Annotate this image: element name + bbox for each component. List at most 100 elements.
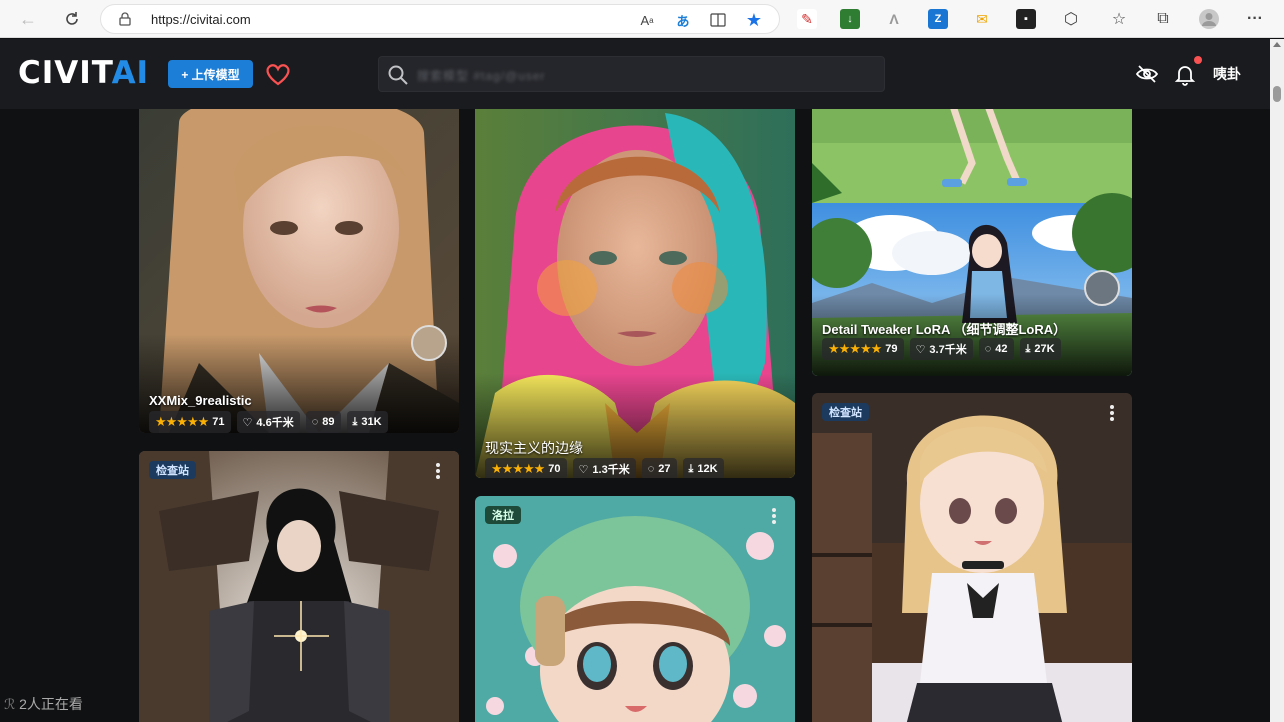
model-card[interactable]: Detail Tweaker LoRA （细节调整LoRA） ★★★★★ 79 ♡… <box>812 109 1132 376</box>
download-icon: ⤓ <box>352 415 358 428</box>
browser-toolbar: ← https://civitai.com Aa あ ★ ✎ ↓ Λ Z ✉ ▪… <box>0 0 1284 38</box>
ext-dark-icon[interactable]: ▪ <box>1016 9 1036 29</box>
model-card[interactable]: 检查站 <box>812 393 1132 722</box>
downloads-stat: ⤓ 12K <box>682 458 724 478</box>
extensions-icon[interactable]: ⬡ <box>1060 8 1082 30</box>
comments-count: 27 <box>658 463 671 475</box>
card-image <box>139 109 459 433</box>
card-title[interactable]: XXMix_9realistic <box>149 393 252 408</box>
read-aloud-icon[interactable]: Aa <box>637 10 657 30</box>
model-card[interactable]: 检查站 <box>139 451 459 722</box>
star-rating-icon: ★★★★★ <box>155 414 209 429</box>
heart-icon: ♡ <box>242 416 253 429</box>
comments-stat: ◌ 27 <box>641 458 677 478</box>
status-badge: 检查站 <box>149 461 196 479</box>
card-title[interactable]: 现实主义的边缘 <box>485 438 583 458</box>
hide-nsfw-eye-icon[interactable] <box>1135 62 1159 86</box>
heart-icon: ♡ <box>915 343 926 356</box>
bell-icon[interactable] <box>1173 62 1197 86</box>
creator-avatar[interactable] <box>411 325 447 361</box>
likes-count: 3.7千米 <box>929 344 967 356</box>
more-options-icon[interactable] <box>1110 405 1114 421</box>
comment-icon: ◌ <box>311 416 319 428</box>
address-bar[interactable]: https://civitai.com Aa あ ★ <box>100 4 780 34</box>
scrollbar-thumb[interactable] <box>1273 86 1281 102</box>
model-grid: XXMix_9realistic ★★★★★ 71 ♡ 4.6千米 ◌ 89 ⤓ 31K <box>0 109 1270 722</box>
logo-accent-text: AI <box>111 55 150 91</box>
rating-count: 70 <box>548 463 561 475</box>
translate-icon[interactable]: あ <box>673 10 693 30</box>
model-card[interactable]: 现实主义的边缘 ★★★★★ 70 ♡ 1.3千米 ◌ 27 ⤓ 12K <box>475 109 795 478</box>
rating-count: 71 <box>212 416 225 428</box>
lock-icon <box>119 12 131 26</box>
viewer-count: ℛ 2人正在看 <box>4 694 83 714</box>
reload-icon[interactable] <box>58 5 86 33</box>
user-menu[interactable]: 咦卦 <box>1213 64 1241 84</box>
back-icon[interactable]: ← <box>14 5 42 33</box>
star-rating-icon: ★★★★★ <box>491 461 545 476</box>
card-image <box>475 496 795 722</box>
status-badge: 洛拉 <box>485 506 521 524</box>
comments-count: 42 <box>995 343 1008 355</box>
favorite-star-icon[interactable]: ★ <box>744 10 764 30</box>
likes-count: 1.3千米 <box>592 464 630 476</box>
comments-count: 89 <box>322 416 335 428</box>
logo-text: CIVIT <box>18 55 112 91</box>
likes-count: 4.6千米 <box>256 417 294 429</box>
rating-count: 79 <box>885 343 898 355</box>
creator-avatar[interactable] <box>1084 270 1120 306</box>
upload-model-button[interactable]: + 上传模型 <box>168 60 253 88</box>
status-badge: 检查站 <box>822 403 869 421</box>
card-image <box>812 393 1132 722</box>
scroll-up-icon[interactable] <box>1273 42 1281 47</box>
heart-icon: ♡ <box>578 463 589 476</box>
search-placeholder: 搜索模型 #tag/@user <box>417 69 546 83</box>
collections-icon[interactable]: ⧉ <box>1152 8 1174 30</box>
download-icon: ⤓ <box>688 462 694 475</box>
scrollbar[interactable] <box>1270 39 1284 722</box>
model-card[interactable]: XXMix_9realistic ★★★★★ 71 ♡ 4.6千米 ◌ 89 ⤓ 31K <box>139 109 459 433</box>
comments-stat: ◌ 89 <box>305 411 341 433</box>
card-image <box>475 109 795 478</box>
downloads-count: 27K <box>1034 343 1055 355</box>
viewers-icon: ℛ <box>4 696 16 712</box>
reader-view-icon[interactable] <box>708 10 728 30</box>
rating-stat: ★★★★★ 71 <box>149 411 231 433</box>
downloads-stat: ⤓ 27K <box>1019 338 1061 360</box>
ext-gray-icon[interactable]: Λ <box>884 9 904 29</box>
likes-stat: ♡ 1.3千米 <box>572 458 636 478</box>
more-options-icon[interactable] <box>436 463 440 479</box>
ext-blue-icon[interactable]: Z <box>928 9 948 29</box>
comments-stat: ◌ 42 <box>978 338 1014 360</box>
favorites-icon[interactable]: ☆ <box>1108 8 1130 30</box>
card-stats: ★★★★★ 70 ♡ 1.3千米 ◌ 27 ⤓ 12K <box>485 458 724 478</box>
model-card[interactable]: 洛拉 <box>475 496 795 722</box>
rating-stat: ★★★★★ 70 <box>485 458 567 478</box>
downloads-stat: ⤓ 31K <box>346 411 388 433</box>
notification-dot <box>1194 56 1202 64</box>
profile-icon[interactable] <box>1198 8 1220 30</box>
comment-icon: ◌ <box>984 343 992 355</box>
ext-green-icon[interactable]: ↓ <box>840 9 860 29</box>
civitai-logo[interactable]: CIVITAI <box>18 55 149 91</box>
comment-icon: ◌ <box>647 463 655 475</box>
viewer-count-text: 2人正在看 <box>19 696 83 712</box>
download-icon: ⤓ <box>1025 342 1031 355</box>
ext-yellow-icon[interactable]: ✉ <box>972 9 992 29</box>
more-icon[interactable]: ··· <box>1244 8 1266 30</box>
likes-stat: ♡ 4.6千米 <box>236 411 300 433</box>
heart-icon[interactable] <box>263 59 293 89</box>
more-options-icon[interactable] <box>772 508 776 524</box>
ext-red-icon[interactable]: ✎ <box>797 9 817 29</box>
card-stats: ★★★★★ 71 ♡ 4.6千米 ◌ 89 ⤓ 31K <box>149 411 388 433</box>
card-title[interactable]: Detail Tweaker LoRA （细节调整LoRA） <box>822 319 1066 338</box>
downloads-count: 12K <box>697 463 718 475</box>
card-stats: ★★★★★ 79 ♡ 3.7千米 ◌ 42 ⤓ 27K <box>822 338 1061 360</box>
url-text[interactable]: https://civitai.com <box>151 12 251 27</box>
search-icon <box>388 65 408 85</box>
card-image <box>139 451 459 722</box>
rating-stat: ★★★★★ 79 <box>822 338 904 360</box>
downloads-count: 31K <box>361 416 382 428</box>
site-header: CIVITAI + 上传模型 搜索模型 #tag/@user 咦卦 <box>0 39 1270 109</box>
search-input[interactable]: 搜索模型 #tag/@user <box>378 56 885 92</box>
